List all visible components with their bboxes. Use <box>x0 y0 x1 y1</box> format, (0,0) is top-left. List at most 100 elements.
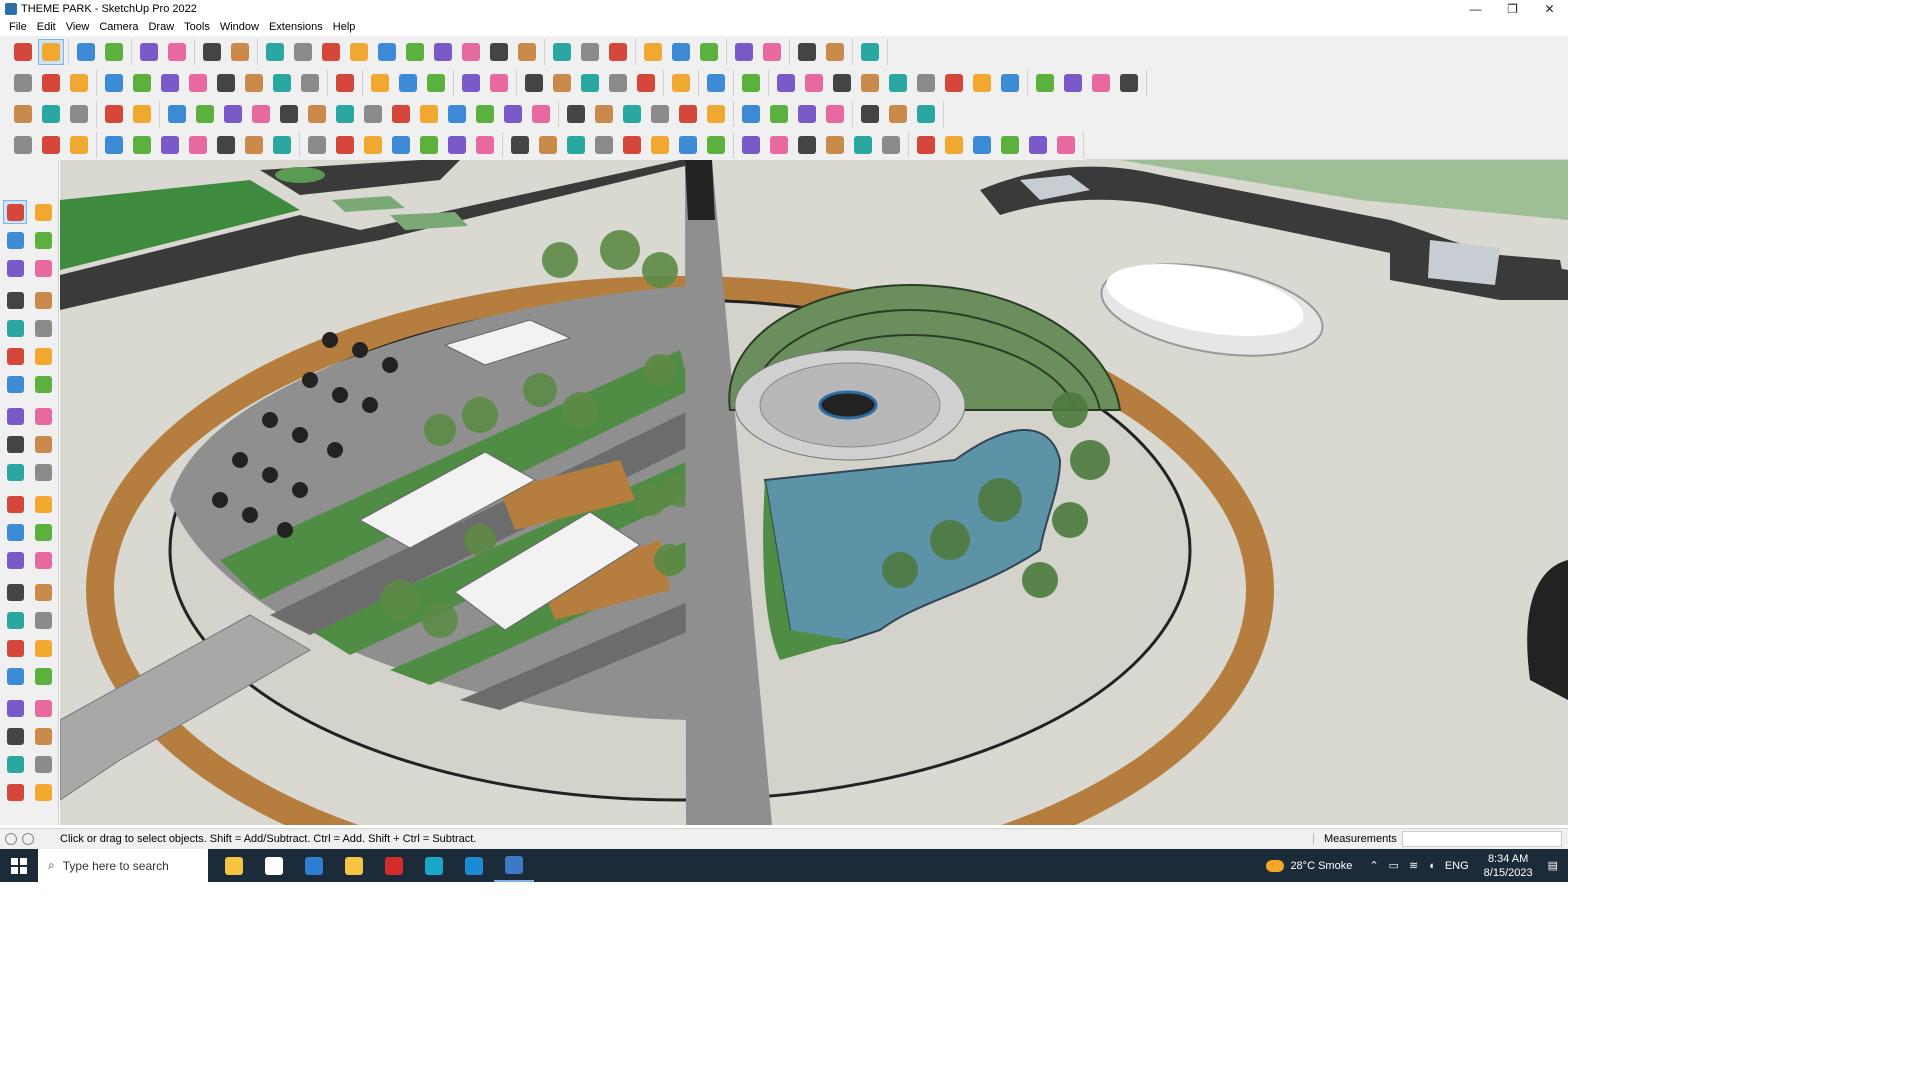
sketchup-icon[interactable] <box>494 849 534 882</box>
three-point-arc-icon[interactable] <box>3 404 27 428</box>
advanced-camera-icon[interactable] <box>31 780 55 804</box>
toolbar-button[interactable] <box>703 70 729 96</box>
edge-icon[interactable] <box>454 849 494 882</box>
toolbar-button[interactable] <box>38 101 64 127</box>
toolbar-button[interactable] <box>549 70 575 96</box>
toolbar-button[interactable] <box>647 132 673 158</box>
paint-bucket-icon[interactable] <box>3 228 27 252</box>
toolbar-button[interactable] <box>577 39 603 65</box>
folder-icon[interactable] <box>334 849 374 882</box>
toolbar-button[interactable] <box>1116 70 1142 96</box>
orbit-hand-icon[interactable] <box>31 200 55 224</box>
display-section-cuts-icon[interactable] <box>31 752 55 776</box>
toolbar-button[interactable] <box>10 70 36 96</box>
position-camera-icon[interactable] <box>3 696 27 720</box>
toolbar-button[interactable] <box>444 101 470 127</box>
menu-tools[interactable]: Tools <box>179 21 215 33</box>
calculator-icon[interactable] <box>294 849 334 882</box>
toolbar-button[interactable] <box>528 101 554 127</box>
toolbar-button[interactable] <box>367 70 393 96</box>
toolbar-button[interactable] <box>423 70 449 96</box>
toolbar-button[interactable] <box>619 132 645 158</box>
zoom-previous-icon[interactable] <box>31 664 55 688</box>
display-section-planes-icon[interactable] <box>3 752 27 776</box>
toolbar-button[interactable] <box>101 39 127 65</box>
weather-widget[interactable]: 28°C Smoke <box>1266 859 1352 872</box>
volume-icon[interactable]: ◖ <box>1428 860 1435 872</box>
toolbar-button[interactable] <box>675 101 701 127</box>
toolbar-button[interactable] <box>633 70 659 96</box>
two-point-arc-icon[interactable] <box>31 372 55 396</box>
toolbar-button[interactable] <box>318 39 344 65</box>
close-button[interactable]: ✕ <box>1531 0 1568 18</box>
toolbar-button[interactable] <box>388 132 414 158</box>
select-icon[interactable] <box>3 200 27 224</box>
toolbar-button[interactable] <box>388 101 414 127</box>
toolbar-button[interactable] <box>703 132 729 158</box>
toolbar-button[interactable] <box>164 39 190 65</box>
toolbar-button[interactable] <box>129 101 155 127</box>
toolbar-button[interactable] <box>374 39 400 65</box>
toolbar-button[interactable] <box>829 70 855 96</box>
acrobat-icon[interactable] <box>374 849 414 882</box>
toolbar-button[interactable] <box>430 39 456 65</box>
toolbar-button[interactable] <box>38 132 64 158</box>
toolbar-button[interactable] <box>857 70 883 96</box>
toolbar-button[interactable] <box>794 132 820 158</box>
rectangle-icon[interactable] <box>3 316 27 340</box>
notifications-icon[interactable]: ▤ <box>1548 859 1558 872</box>
menu-edit[interactable]: Edit <box>32 21 61 33</box>
toolbar-button[interactable] <box>220 101 246 127</box>
toolbar-button[interactable] <box>857 39 883 65</box>
toolbar-button[interactable] <box>332 70 358 96</box>
toolbar-button[interactable] <box>1060 70 1086 96</box>
toolbar-button[interactable] <box>101 70 127 96</box>
freehand-icon[interactable] <box>31 288 55 312</box>
toolbar-button[interactable] <box>822 39 848 65</box>
toolbar-button[interactable] <box>332 101 358 127</box>
arc-icon[interactable] <box>3 372 27 396</box>
protractor-icon[interactable] <box>3 548 27 572</box>
toolbar-button[interactable] <box>605 70 631 96</box>
toolbar-button[interactable] <box>913 132 939 158</box>
toolbar-button[interactable] <box>577 70 603 96</box>
toolbar-button[interactable] <box>563 132 589 158</box>
toolbar-button[interactable] <box>822 132 848 158</box>
menu-draw[interactable]: Draw <box>143 21 179 33</box>
toolbar-button[interactable] <box>619 101 645 127</box>
toolbar-button[interactable] <box>38 38 64 65</box>
menu-window[interactable]: Window <box>215 21 264 33</box>
toolbar-button[interactable] <box>675 132 701 158</box>
toolbar-button[interactable] <box>514 39 540 65</box>
chevron-up-icon[interactable]: ⌃ <box>1369 859 1378 872</box>
toolbar-button[interactable] <box>10 101 36 127</box>
toolbar-button[interactable] <box>521 70 547 96</box>
menu-view[interactable]: View <box>61 21 95 33</box>
toolbar-button[interactable] <box>913 70 939 96</box>
toolbar-button[interactable] <box>332 132 358 158</box>
toolbar-button[interactable] <box>1053 132 1079 158</box>
toolbar-button[interactable] <box>66 101 92 127</box>
toolbar-button[interactable] <box>416 132 442 158</box>
toolbar-button[interactable] <box>591 101 617 127</box>
walk-icon[interactable] <box>3 724 27 748</box>
measurements-input[interactable] <box>1402 831 1562 847</box>
toolbar-button[interactable] <box>304 101 330 127</box>
toolbar-button[interactable] <box>738 132 764 158</box>
toolbar-button[interactable] <box>969 70 995 96</box>
line-icon[interactable] <box>3 288 27 312</box>
model-viewport[interactable] <box>60 160 1568 825</box>
toolbar-button[interactable] <box>360 132 386 158</box>
toolbar-button[interactable] <box>38 70 64 96</box>
eraser-icon[interactable] <box>31 228 55 252</box>
toolbar-button[interactable] <box>227 39 253 65</box>
toolbar-button[interactable] <box>402 39 428 65</box>
move-icon[interactable] <box>3 432 27 456</box>
pie-icon[interactable] <box>31 404 55 428</box>
toolbar-button[interactable] <box>766 132 792 158</box>
section-fill-icon[interactable] <box>3 780 27 804</box>
toolbar-button[interactable] <box>885 70 911 96</box>
toolbar-button[interactable] <box>500 101 526 127</box>
toolbar-button[interactable] <box>157 70 183 96</box>
toolbar-button[interactable] <box>738 101 764 127</box>
